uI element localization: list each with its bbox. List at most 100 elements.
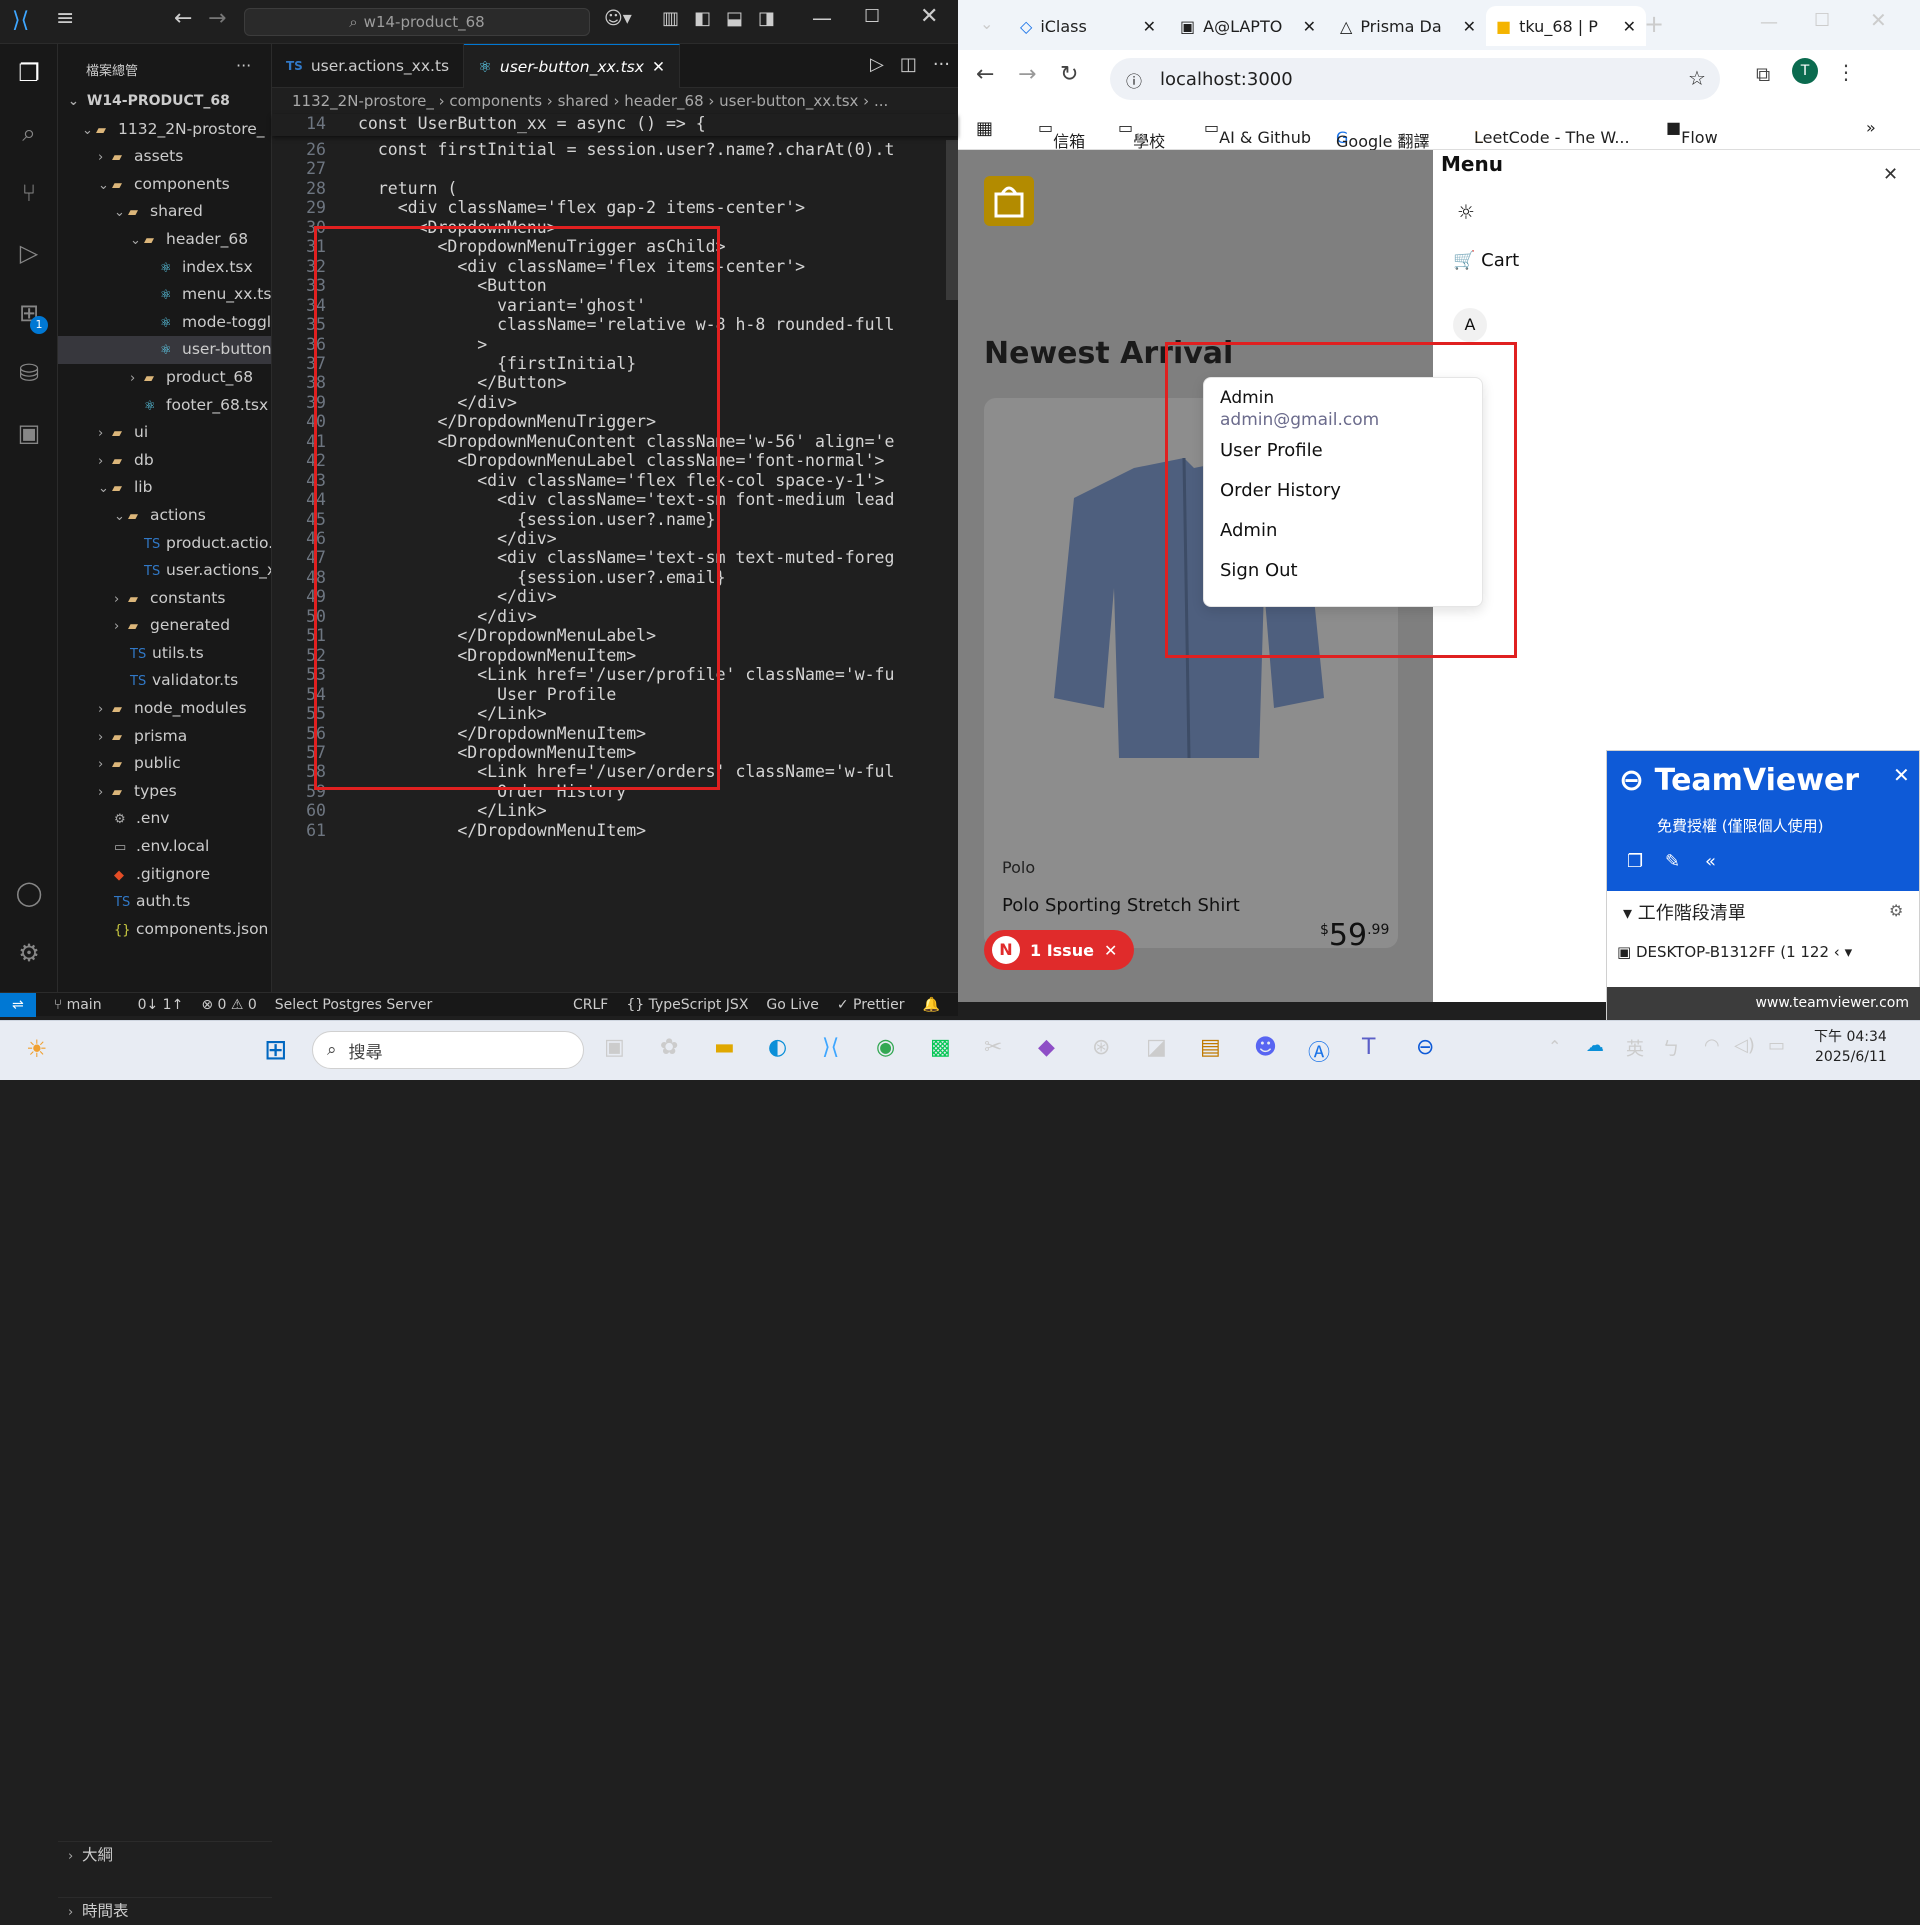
settings-gear-icon[interactable]: ⚙ xyxy=(14,938,44,968)
winrar-icon[interactable]: ▤ xyxy=(1200,1035,1221,1060)
session-list-header[interactable]: ▾ 工作階段清單 xyxy=(1623,899,1746,925)
breadcrumb[interactable]: 1132_2N-prostore_ › components › shared … xyxy=(272,88,958,114)
edge-icon[interactable]: ◐ xyxy=(768,1035,787,1060)
close-icon[interactable]: ✕ xyxy=(1870,8,1887,32)
user-avatar-button[interactable]: A xyxy=(1453,308,1487,342)
star-icon[interactable]: ☆ xyxy=(1688,66,1706,90)
chrome-tab-prisma[interactable]: △ Prisma Da ✕ xyxy=(1330,6,1486,46)
address-bar[interactable]: ⓘ localhost:3000 ☆ xyxy=(1110,58,1720,100)
timeline-section[interactable]: › 時間表 xyxy=(58,1897,272,1925)
go-live-status[interactable]: Go Live xyxy=(766,997,818,1013)
more-actions-icon[interactable]: ··· xyxy=(236,56,251,75)
tree-item[interactable]: › ▰ constants xyxy=(58,585,271,613)
source-control-icon[interactable]: ⑂ xyxy=(14,178,44,208)
close-icon[interactable]: ✕ xyxy=(920,4,938,29)
close-icon[interactable]: ✕ xyxy=(1463,17,1476,36)
input-language[interactable]: 英 xyxy=(1626,1035,1644,1061)
teamviewer-link[interactable]: www.teamviewer.com xyxy=(1607,987,1920,1021)
maximize-icon[interactable]: ☐ xyxy=(864,6,880,27)
minimize-icon[interactable]: — xyxy=(1760,12,1778,33)
back-arrow-icon[interactable]: ← xyxy=(976,62,994,87)
tree-item[interactable]: ⌄ ▰ actions xyxy=(58,502,271,530)
session-device-row[interactable]: ▣ DESKTOP-B1312FF (1 122 ‹ ▾ xyxy=(1617,943,1852,961)
tab-search-icon[interactable]: ⌄ xyxy=(980,14,993,33)
close-icon[interactable]: ✕ xyxy=(1883,164,1898,185)
prettier-status[interactable]: ✓ Prettier xyxy=(837,997,905,1013)
discord-icon[interactable]: ☻ xyxy=(1254,1035,1277,1060)
tree-item[interactable]: ⌄ ▰ 1132_2N-prostore_ xyxy=(58,116,271,144)
minimize-icon[interactable]: — xyxy=(812,6,832,30)
code-area[interactable]: 14 const UserButton_xx = async () => { 2… xyxy=(272,114,958,944)
apps-grid-icon[interactable]: ▦ xyxy=(976,118,993,139)
copy-icon[interactable]: ❐ xyxy=(1627,851,1643,872)
site-info-icon[interactable]: ⓘ xyxy=(1126,68,1142,92)
tree-item[interactable]: › ▰ generated xyxy=(58,612,271,640)
snipping-tool-icon[interactable]: ✂ xyxy=(984,1035,1002,1060)
vscode-icon[interactable]: ⟩⟨ xyxy=(822,1035,839,1060)
back-arrow-icon[interactable]: ← xyxy=(174,6,192,31)
close-icon[interactable]: ✕ xyxy=(1104,941,1117,960)
split-editor-icon[interactable]: ◫ xyxy=(892,44,925,87)
outline-section[interactable]: › 大綱 xyxy=(58,1841,272,1869)
eol-status[interactable]: CRLF xyxy=(573,997,608,1013)
remote-indicator-icon[interactable]: ⇌ xyxy=(0,992,36,1017)
collapse-icon[interactable]: « xyxy=(1705,851,1716,872)
copilot-icon[interactable]: ☺▾ xyxy=(604,8,632,29)
menu-icon[interactable]: ≡ xyxy=(56,6,74,31)
more-actions-icon[interactable]: ··· xyxy=(925,44,958,87)
toggle-secondary-icon[interactable]: ◨ xyxy=(758,8,775,29)
tab-user-actions[interactable]: TS user.actions_xx.ts xyxy=(272,44,465,88)
sticky-notes-icon[interactable]: ◪ xyxy=(1146,1035,1167,1060)
bookmark-school[interactable]: ▭ 學校 xyxy=(1118,118,1165,151)
tree-item[interactable]: ⌄ ▰ components xyxy=(58,171,271,199)
copilot-icon[interactable]: ✿ xyxy=(660,1035,678,1060)
prisma-app-icon[interactable]: ◆ xyxy=(1038,1035,1055,1060)
tree-item[interactable]: {} components.json xyxy=(58,916,271,944)
tree-item[interactable]: › ▰ types xyxy=(58,778,271,806)
toggle-sidebar-icon[interactable]: ◧ xyxy=(694,8,711,29)
tree-item[interactable]: TS user.actions_x... xyxy=(58,557,271,585)
ime-icon[interactable]: ㄅ xyxy=(1662,1035,1680,1061)
tree-item[interactable]: › ▰ assets xyxy=(58,143,271,171)
layout-icon[interactable]: ▥ xyxy=(662,8,679,29)
maximize-icon[interactable]: ☐ xyxy=(1814,10,1830,31)
forward-arrow-icon[interactable]: → xyxy=(208,6,226,31)
chrome-tab-tku[interactable]: ■ tku_68 | P ✕ xyxy=(1486,6,1646,46)
file-explorer-icon[interactable]: ▬ xyxy=(714,1035,735,1060)
tree-item[interactable]: ▭ .env.local xyxy=(58,833,271,861)
tree-item[interactable]: ⚛ index.tsx xyxy=(58,254,271,282)
tree-item[interactable]: › ▰ db xyxy=(58,447,271,475)
forward-arrow-icon[interactable]: → xyxy=(1018,62,1036,87)
nextjs-issue-badge[interactable]: N 1 Issue ✕ xyxy=(984,930,1134,970)
tab-user-button[interactable]: ⚛ user-button_xx.tsx ✕ xyxy=(464,44,680,88)
steam-icon[interactable]: ⊛ xyxy=(1092,1035,1110,1060)
close-icon[interactable]: ✕ xyxy=(1303,17,1316,36)
new-tab-icon[interactable]: + xyxy=(1644,10,1664,38)
weather-widget-icon[interactable]: ☀ xyxy=(26,1035,48,1063)
tree-item[interactable]: TS product.actio... xyxy=(58,530,271,558)
tree-item[interactable]: TS validator.ts xyxy=(58,667,271,695)
tree-item[interactable]: ⚙ .env xyxy=(58,805,271,833)
clock[interactable]: 下午 04:34 2025/6/11 xyxy=(1814,1027,1887,1067)
close-tab-icon[interactable]: ✕ xyxy=(652,58,665,76)
bookmark-mail[interactable]: ▭ 信箱 xyxy=(1038,118,1085,151)
tree-item[interactable]: ⚛ mode-toggl... xyxy=(58,309,271,337)
tree-item[interactable]: › ▰ prisma xyxy=(58,723,271,751)
chrome-icon[interactable]: ◉ xyxy=(876,1035,895,1060)
tree-item[interactable]: › ▰ node_modules xyxy=(58,695,271,723)
cart-link[interactable]: 🛒 Cart xyxy=(1453,250,1519,271)
profile-avatar[interactable]: T xyxy=(1792,58,1818,84)
sun-icon[interactable]: ☼ xyxy=(1457,200,1475,224)
tree-item[interactable]: ⌄ ▰ lib xyxy=(58,474,271,502)
chrome-tab-laptop[interactable]: ▣ A@LAPTO ✕ xyxy=(1170,6,1326,46)
volume-icon[interactable]: ◁) xyxy=(1734,1035,1755,1056)
toggle-panel-icon[interactable]: ⬓ xyxy=(726,8,743,29)
tree-item[interactable]: ⌄ ▰ shared xyxy=(58,198,271,226)
battery-icon[interactable]: ▭ xyxy=(1768,1035,1785,1056)
shopping-bag-logo[interactable] xyxy=(984,176,1034,226)
line-icon[interactable]: ▩ xyxy=(930,1035,951,1060)
minimap[interactable] xyxy=(946,140,958,300)
brush-icon[interactable]: ✎ xyxy=(1665,851,1680,872)
bookmark-ai-github[interactable]: ▭ AI & Github xyxy=(1204,118,1311,147)
search-icon[interactable]: ⌕ xyxy=(14,118,44,148)
